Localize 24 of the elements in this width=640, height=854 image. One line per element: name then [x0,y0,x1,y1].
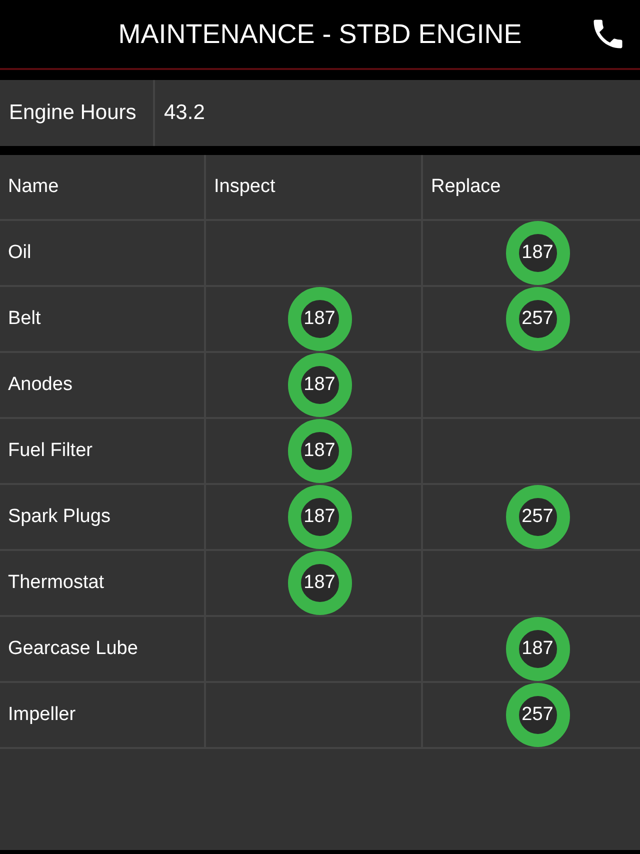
table-cell: Anodes [0,353,206,417]
column-header: Name [0,155,206,219]
due-badge: 257 [506,683,570,747]
table-cell: Oil [0,221,206,285]
due-badge: 187 [506,617,570,681]
due-badge: 187 [288,353,352,417]
table-cell: Thermostat [0,551,206,615]
table-cell: Impeller [0,683,206,747]
table-cell: Gearcase Lube [0,617,206,681]
table-cell: Fuel Filter [0,419,206,483]
due-badge: 187 [506,221,570,285]
due-badge: 257 [506,287,570,351]
due-badge: 187 [288,551,352,615]
due-badge: 257 [506,485,570,549]
engine-hours-label: Engine Hours [0,80,155,146]
table-cell: Spark Plugs [0,485,206,549]
due-badge: 187 [288,485,352,549]
due-badge: 187 [288,419,352,483]
column-header: Replace [430,175,502,199]
column-header: Inspect [206,155,423,219]
table-cell: Belt [0,287,206,351]
page-title: MAINTENANCE - STBD ENGINE [118,18,522,50]
engine-hours-value: 43.2 [163,100,206,126]
due-badge: 187 [288,287,352,351]
